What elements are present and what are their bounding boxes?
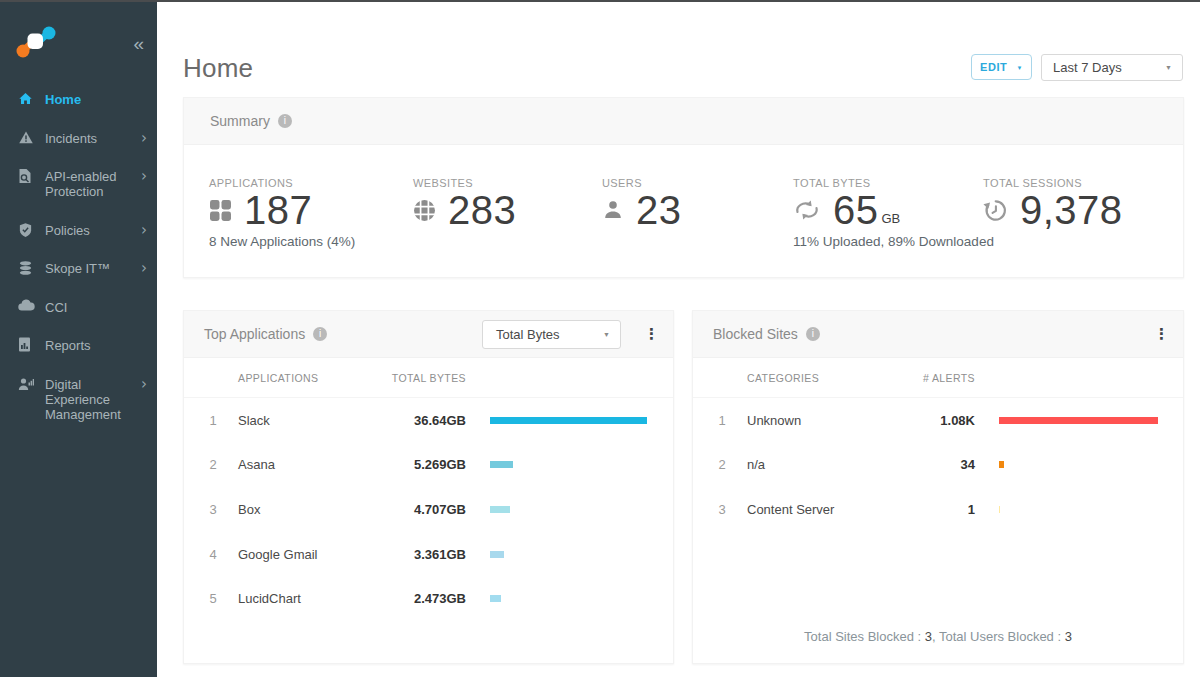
table-row[interactable]: 1Slack36.64GB <box>184 398 673 443</box>
alert-triangle-icon <box>18 130 34 146</box>
sidebar-item-digital-experience-management[interactable]: Digital Experience Management› <box>0 366 157 435</box>
table-row[interactable]: 5LucidChart2.473GB <box>184 576 673 621</box>
value-bar <box>490 506 510 513</box>
sidebar-collapse-icon[interactable]: « <box>133 33 144 55</box>
top-applications-card: Top Applications Total Bytes ▼ ⋮ APPLICA… <box>183 310 674 664</box>
chevron-right-icon: › <box>141 377 147 391</box>
stat-users: USERS23 <box>602 145 793 249</box>
cloud-icon <box>18 299 34 315</box>
table-row[interactable]: 2n/a34 <box>693 443 1183 488</box>
chevron-right-icon: › <box>141 261 147 275</box>
sidebar-item-reports[interactable]: Reports <box>0 327 157 366</box>
table-row[interactable]: 1Unknown1.08K <box>693 398 1183 443</box>
value-bar <box>999 461 1004 468</box>
more-menu-icon[interactable]: ⋮ <box>1154 332 1164 337</box>
chevron-right-icon: › <box>141 169 147 183</box>
more-menu-icon[interactable]: ⋮ <box>644 332 654 337</box>
table-row[interactable]: 3Content Server1 <box>693 487 1183 532</box>
home-icon <box>18 91 34 107</box>
metric-select[interactable]: Total Bytes ▼ <box>482 320 621 349</box>
blocked-sites-title: Blocked Sites <box>713 326 798 342</box>
blocked-sites-footer: Total Sites Blocked : 3, Total Users Blo… <box>693 629 1183 644</box>
sidebar-item-incidents[interactable]: Incidents› <box>0 120 157 159</box>
main-content: Home EDIT▼ Last 7 Days ▼ Summary APPLICA… <box>157 0 1200 677</box>
table-row[interactable]: 2Asana5.269GB <box>184 443 673 488</box>
value-bar <box>490 461 513 468</box>
user-icon <box>602 199 624 221</box>
blocked-sites-table-header: CATEGORIES # ALERTS <box>693 358 1183 398</box>
date-range-select[interactable]: Last 7 Days ▼ <box>1041 54 1183 81</box>
sidebar-item-skope-it[interactable]: Skope IT™› <box>0 250 157 289</box>
shield-check-icon <box>18 222 34 238</box>
sidebar-item-cci[interactable]: CCI <box>0 289 157 328</box>
edit-button[interactable]: EDIT▼ <box>971 54 1032 80</box>
blocked-sites-card: Blocked Sites ⋮ CATEGORIES # ALERTS 1Unk… <box>692 310 1184 664</box>
report-icon <box>18 337 34 353</box>
stat-total-bytes: TOTAL BYTES65GB11% Uploaded, 89% Downloa… <box>793 145 983 249</box>
stat-websites: WEBSITES283 <box>413 145 602 249</box>
value-bar <box>490 595 501 602</box>
top-applications-title: Top Applications <box>204 326 305 342</box>
value-bar <box>999 506 1000 513</box>
caret-down-icon: ▼ <box>1016 65 1023 71</box>
sync-arrows-icon <box>793 198 821 222</box>
info-icon[interactable] <box>806 327 820 341</box>
stat-applications: APPLICATIONS1878 New Applications (4%) <box>209 145 413 249</box>
apps-grid-icon <box>209 199 232 222</box>
sidebar-nav: HomeIncidents›API-enabled Protection›Pol… <box>0 81 157 434</box>
netskope-logo-icon <box>14 26 58 62</box>
caret-down-icon: ▼ <box>603 331 610 338</box>
table-row[interactable]: 4Google Gmail3.361GB <box>184 532 673 577</box>
summary-card: Summary APPLICATIONS1878 New Application… <box>183 97 1184 278</box>
info-icon[interactable] <box>278 114 292 128</box>
page-title: Home <box>183 53 253 84</box>
sidebar-item-home[interactable]: Home <box>0 81 157 120</box>
sidebar-item-api-enabled-protection[interactable]: API-enabled Protection› <box>0 158 157 212</box>
caret-down-icon: ▼ <box>1165 64 1172 71</box>
user-signal-icon <box>18 376 34 392</box>
table-row[interactable]: 3Box4.707GB <box>184 487 673 532</box>
database-icon <box>18 260 34 276</box>
value-bar <box>490 551 504 558</box>
sidebar: « HomeIncidents›API-enabled Protection›P… <box>0 0 157 677</box>
summary-title: Summary <box>210 113 270 129</box>
history-clock-icon <box>983 198 1008 223</box>
value-bar <box>490 417 647 424</box>
doc-search-icon <box>18 168 34 184</box>
top-applications-table-header: APPLICATIONS TOTAL BYTES <box>184 358 673 398</box>
globe-icon <box>413 199 436 222</box>
sidebar-item-policies[interactable]: Policies› <box>0 212 157 251</box>
info-icon[interactable] <box>313 327 327 341</box>
value-bar <box>999 417 1158 424</box>
top-strip <box>0 0 1200 2</box>
stat-total-sessions: TOTAL SESSIONS9,378 <box>983 145 1193 249</box>
chevron-right-icon: › <box>141 131 147 145</box>
chevron-right-icon: › <box>141 223 147 237</box>
